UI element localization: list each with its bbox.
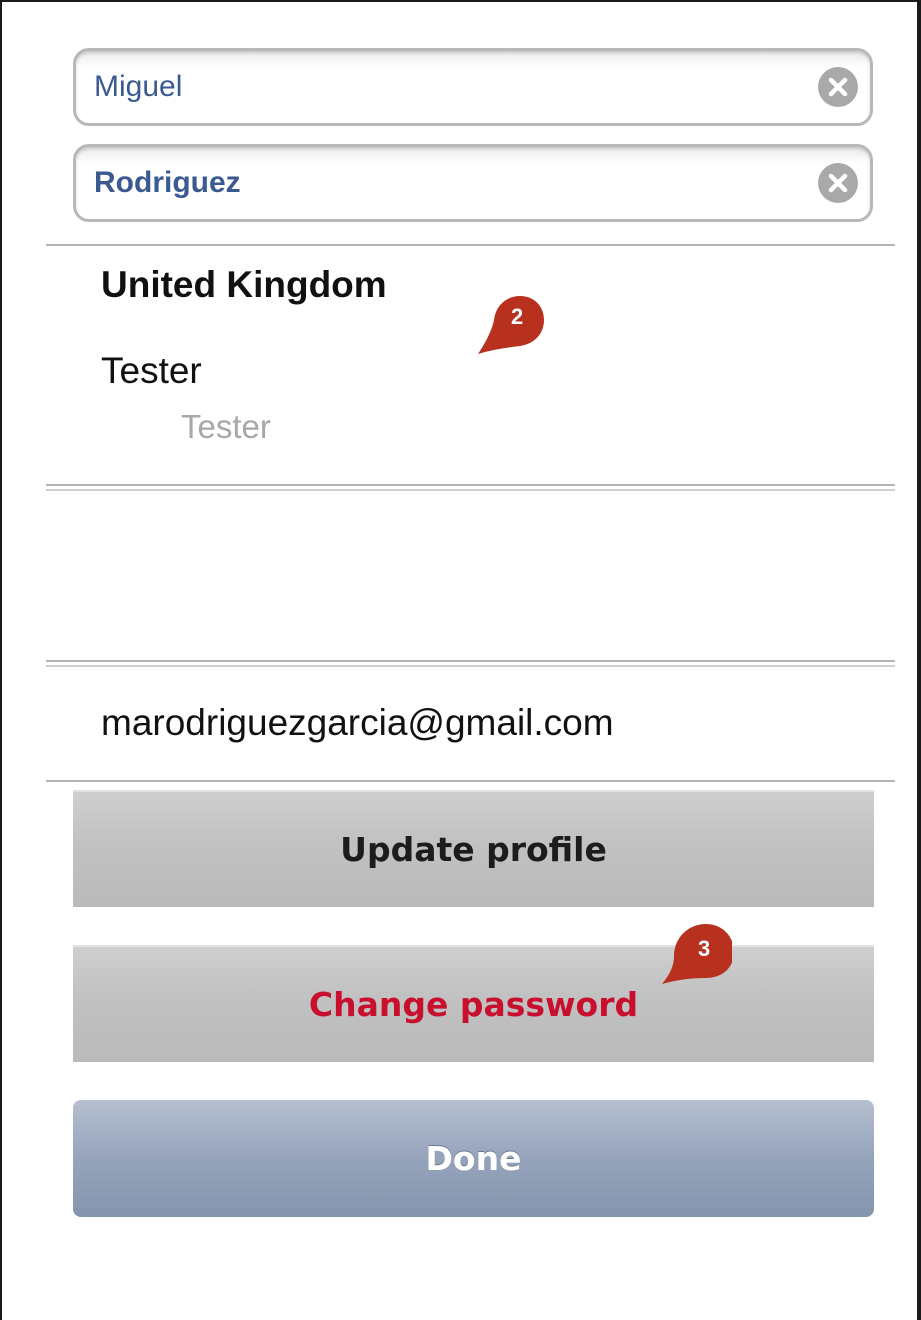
marker-number: 2 [511,304,524,329]
clear-icon [828,173,848,193]
last-name-field[interactable] [73,144,873,222]
update-profile-button[interactable]: Update profile [73,790,874,907]
clear-last-name-button[interactable] [818,163,858,203]
divider [46,244,895,246]
divider [46,660,895,667]
annotation-marker-2: 2 [474,288,544,358]
done-button[interactable]: Done [73,1100,874,1217]
first-name-input[interactable] [94,51,794,123]
marker-number: 3 [698,936,711,961]
map-pin-marker-icon [478,296,544,354]
role-value[interactable]: Tester [101,350,202,392]
annotation-marker-3: 3 [662,918,734,988]
email-value[interactable]: marodriguezgarcia@gmail.com [101,702,614,744]
first-name-field[interactable] [73,48,873,126]
clear-icon [828,77,848,97]
country-value[interactable]: United Kingdom [101,264,387,306]
divider [46,484,895,491]
divider [46,780,895,782]
role-detail: Tester [181,408,271,445]
change-password-button[interactable]: Change password [73,945,874,1062]
clear-first-name-button[interactable] [818,67,858,107]
last-name-input[interactable] [94,147,794,219]
map-pin-marker-icon [662,924,734,984]
screen-frame: United Kingdom Tester Tester marodriguez… [0,0,921,1320]
